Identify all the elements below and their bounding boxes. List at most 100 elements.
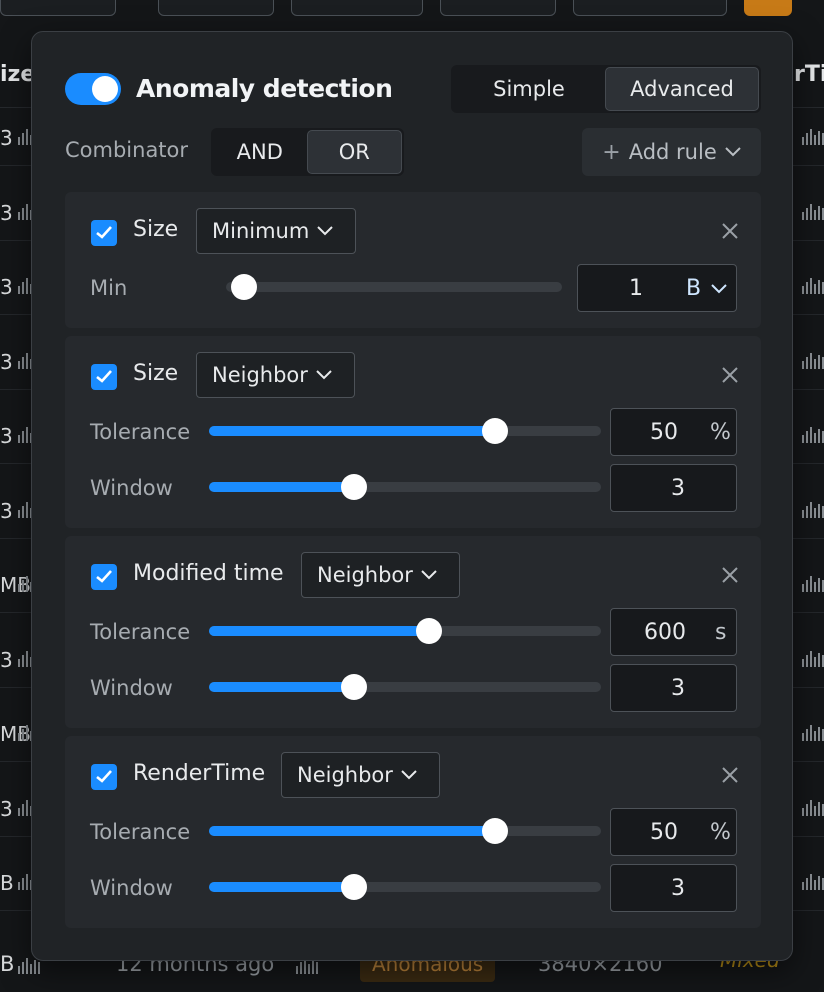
toolbar-filter-chip[interactable] — [440, 0, 556, 16]
min-slider[interactable] — [226, 274, 562, 300]
column-header-size[interactable]: ize — [0, 62, 35, 87]
slider-fill — [209, 682, 355, 692]
slider-thumb[interactable] — [415, 618, 442, 644]
sparkline-icon — [802, 427, 824, 443]
window-value-input[interactable]: 3 — [610, 464, 737, 512]
slider-fill — [209, 826, 496, 836]
cell-size: B — [0, 871, 14, 895]
rule-card-rendertime-neighbor: RenderTime Neighbor Tolerance 50 % Windo… — [65, 736, 761, 928]
combinator-and-option[interactable]: AND — [213, 130, 307, 174]
slider-thumb[interactable] — [231, 274, 257, 300]
tolerance-slider[interactable] — [209, 618, 601, 644]
rule-enabled-checkbox[interactable] — [91, 764, 117, 790]
tolerance-slider[interactable] — [209, 418, 601, 444]
toolbar-filter-chip[interactable] — [158, 0, 274, 16]
cell-size: 3 — [0, 275, 13, 299]
window-slider[interactable] — [209, 474, 601, 500]
window-value-input[interactable]: 3 — [610, 664, 737, 712]
chevron-down-icon — [421, 570, 437, 580]
param-label: Window — [90, 876, 173, 900]
rule-mode-dropdown[interactable]: Minimum — [196, 208, 356, 254]
window-slider[interactable] — [209, 874, 601, 900]
chevron-down-icon — [317, 226, 334, 236]
plus-icon: + — [602, 139, 621, 165]
sparkline-icon — [802, 352, 824, 369]
window-slider[interactable] — [209, 674, 601, 700]
input-unit: s — [715, 620, 727, 645]
sparkline-icon — [18, 958, 40, 974]
rule-enabled-checkbox[interactable] — [91, 220, 117, 246]
rule-field-name: Size — [133, 217, 179, 242]
input-value: 3 — [671, 676, 685, 701]
rule-field-name: Size — [133, 361, 179, 386]
sparkline-icon — [802, 203, 824, 220]
slider-thumb[interactable] — [482, 418, 509, 444]
cell-size: 3 — [0, 424, 13, 448]
toolbar-filter-chip[interactable] — [573, 0, 727, 16]
check-icon — [96, 770, 112, 783]
mode-advanced-option[interactable]: Advanced — [605, 67, 759, 111]
input-value: 50 — [650, 420, 678, 445]
rule-field-name: Modified time — [133, 561, 284, 586]
chevron-down-icon[interactable] — [711, 284, 727, 294]
min-value-input[interactable]: 1 B — [577, 264, 737, 312]
tolerance-slider[interactable] — [209, 818, 601, 844]
rule-mode-value: Minimum — [212, 219, 310, 243]
slider-thumb[interactable] — [482, 818, 509, 844]
toolbar-filter-chip[interactable] — [291, 0, 423, 16]
combinator-or-option[interactable]: OR — [306, 130, 402, 174]
toolbar-anomaly-button[interactable] — [744, 0, 792, 16]
tolerance-value-input[interactable]: 50 % — [610, 408, 737, 456]
mode-simple-option[interactable]: Simple — [453, 67, 605, 111]
mode-segmented-control: Simple Advanced — [451, 65, 761, 113]
slider-thumb[interactable] — [341, 874, 368, 900]
input-value: 600 — [644, 620, 686, 645]
cell-size: 3 — [0, 647, 13, 672]
sparkline-icon — [802, 725, 824, 741]
param-label: Tolerance — [90, 820, 191, 844]
slider-thumb[interactable] — [341, 674, 368, 700]
tolerance-value-input[interactable]: 50 % — [610, 808, 737, 856]
cell-size: 3 — [0, 796, 13, 821]
rule-enabled-checkbox[interactable] — [91, 564, 117, 590]
chevron-down-icon — [725, 147, 741, 157]
rule-enabled-checkbox[interactable] — [91, 364, 117, 390]
slider-fill — [209, 426, 496, 436]
sparkline-icon — [802, 278, 824, 294]
chevron-down-icon — [316, 370, 332, 380]
check-icon — [96, 370, 112, 383]
cell-size: B — [0, 952, 15, 976]
slider-thumb[interactable] — [341, 474, 368, 500]
unit-dropdown-value[interactable]: B — [686, 276, 701, 301]
close-icon[interactable] — [721, 766, 739, 784]
param-label: Min — [90, 276, 128, 300]
rule-mode-value: Neighbor — [212, 363, 308, 387]
rule-mode-dropdown[interactable]: Neighbor — [301, 552, 460, 598]
rule-mode-value: Neighbor — [297, 763, 393, 787]
param-label: Window — [90, 676, 173, 700]
sparkline-icon — [802, 501, 824, 518]
close-icon[interactable] — [721, 566, 739, 584]
combinator-segmented-control: AND OR — [211, 128, 404, 176]
rule-mode-dropdown[interactable]: Neighbor — [196, 352, 355, 398]
cell-size: 3 — [0, 126, 13, 150]
toolbar-search-box[interactable] — [0, 0, 116, 16]
close-icon[interactable] — [721, 366, 739, 384]
window-value-input[interactable]: 3 — [610, 864, 737, 912]
slider-fill — [209, 882, 355, 892]
close-icon[interactable] — [721, 222, 739, 240]
anomaly-detection-toggle[interactable] — [65, 73, 121, 105]
add-rule-button[interactable]: + Add rule — [582, 128, 761, 176]
rule-card-size-neighbor: Size Neighbor Tolerance 50 % Window 3 — [65, 336, 761, 528]
column-header-rendertime[interactable]: rTin — [794, 62, 824, 87]
param-label: Window — [90, 476, 173, 500]
sparkline-icon — [802, 576, 824, 592]
cell-size: 3 — [0, 349, 13, 374]
add-rule-label: Add rule — [628, 140, 717, 164]
tolerance-value-input[interactable]: 600 s — [610, 608, 737, 656]
rule-mode-dropdown[interactable]: Neighbor — [281, 752, 440, 798]
input-value: 3 — [671, 476, 685, 501]
sparkline-icon — [802, 874, 824, 890]
toggle-knob — [92, 76, 118, 102]
param-label: Tolerance — [90, 420, 191, 444]
